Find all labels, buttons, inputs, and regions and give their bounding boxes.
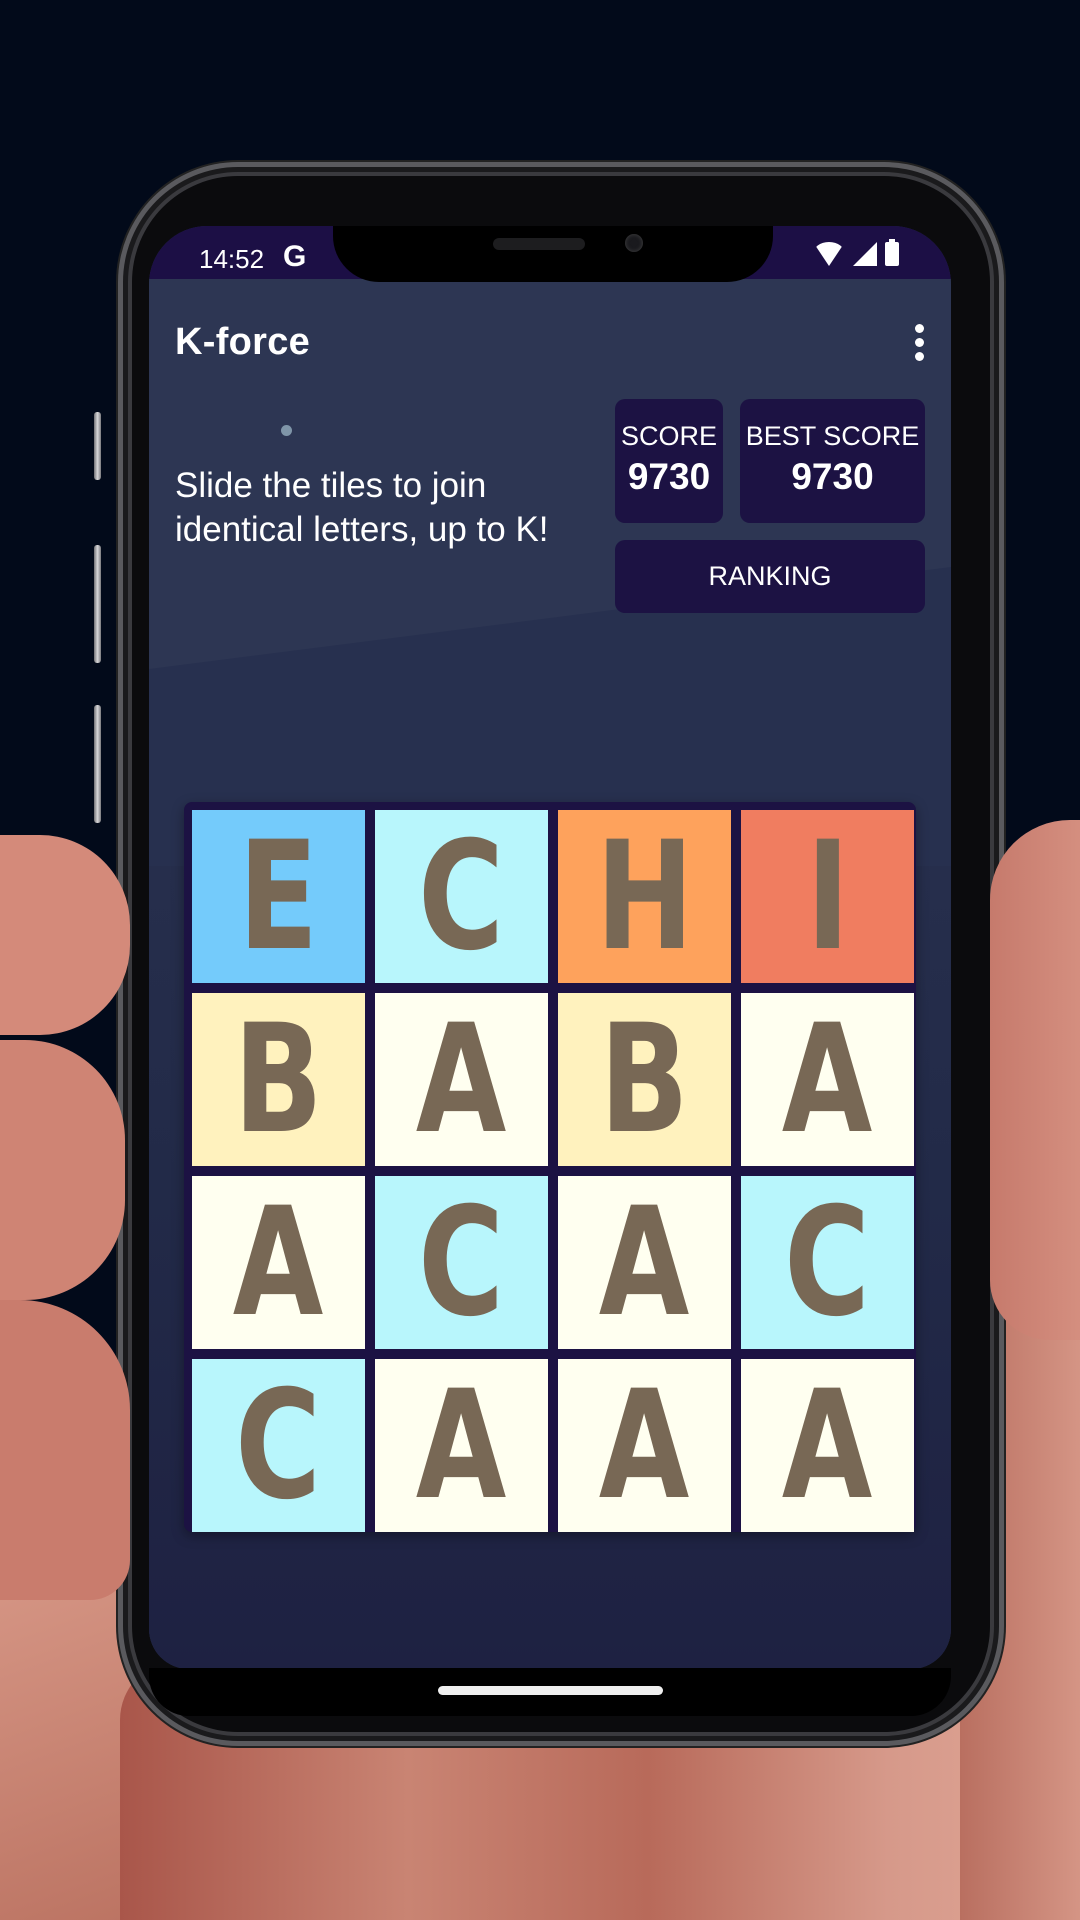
- tile-r3-c2[interactable]: C: [375, 1176, 548, 1349]
- indicator-dot: [281, 425, 292, 436]
- tile-letter: A: [599, 1358, 690, 1533]
- phone-volume-down-button: [94, 705, 101, 823]
- tile-letter: C: [235, 1358, 322, 1533]
- tile-r1-c1[interactable]: E: [192, 810, 365, 983]
- best-score-label: BEST SCORE: [745, 421, 920, 451]
- tile-r3-c1[interactable]: A: [192, 1176, 365, 1349]
- status-time: 14:52: [199, 244, 265, 274]
- hand-finger-left-3: [0, 1300, 130, 1600]
- google-g-icon: G: [283, 240, 307, 273]
- tile-r3-c3[interactable]: A: [558, 1176, 731, 1349]
- earpiece-speaker: [493, 238, 585, 250]
- instruction-text: Slide the tiles to join identical letter…: [175, 466, 549, 549]
- tile-r1-c2[interactable]: C: [375, 810, 548, 983]
- tile-r2-c2[interactable]: A: [375, 993, 548, 1166]
- score-value: 9730: [627, 456, 711, 497]
- tile-r1-c4[interactable]: I: [741, 810, 914, 983]
- phone-notch: [333, 226, 773, 282]
- front-camera: [625, 234, 643, 252]
- tile-r4-c3[interactable]: A: [558, 1359, 731, 1532]
- more-vert-icon[interactable]: [913, 324, 925, 361]
- tile-r2-c1[interactable]: B: [192, 993, 365, 1166]
- phone-mute-switch: [94, 412, 101, 480]
- tile-letter: A: [416, 1358, 507, 1533]
- tile-letter: B: [233, 992, 324, 1167]
- signal-icon: [853, 242, 877, 266]
- hand-finger-left-1: [0, 835, 130, 1035]
- tile-r2-c4[interactable]: A: [741, 993, 914, 1166]
- tile-letter: I: [805, 809, 850, 984]
- tile-letter: A: [233, 1175, 324, 1350]
- phone-volume-up-button: [94, 545, 101, 663]
- best-score-box: BEST SCORE 9730: [740, 399, 925, 523]
- score-box: SCORE 9730: [615, 399, 723, 523]
- tile-letter: C: [418, 1175, 505, 1350]
- tile-letter: A: [782, 992, 873, 1167]
- tile-r4-c4[interactable]: A: [741, 1359, 914, 1532]
- tile-letter: C: [418, 809, 505, 984]
- home-indicator[interactable]: [438, 1686, 663, 1695]
- tile-letter: B: [599, 992, 690, 1167]
- app-screen: 14:52 G K-force Slide the tiles to join …: [149, 226, 951, 1669]
- tile-r2-c3[interactable]: B: [558, 993, 731, 1166]
- tile-letter: H: [595, 809, 694, 984]
- app-title: K-force: [175, 321, 311, 363]
- tile-letter: A: [782, 1358, 873, 1533]
- tile-letter: C: [784, 1175, 871, 1350]
- tile-r4-c2[interactable]: A: [375, 1359, 548, 1532]
- hand-finger-left-2: [0, 1040, 125, 1300]
- tile-letter: A: [599, 1175, 690, 1350]
- tile-letter: A: [416, 992, 507, 1167]
- tile-r4-c1[interactable]: C: [192, 1359, 365, 1532]
- score-label: SCORE: [620, 421, 718, 451]
- game-board[interactable]: ECHIBABAACACCAAA: [184, 802, 916, 1532]
- best-score-value: 9730: [791, 456, 874, 497]
- ranking-button[interactable]: RANKING: [615, 540, 925, 613]
- tile-r3-c4[interactable]: C: [741, 1176, 914, 1349]
- status-icons: [813, 239, 899, 266]
- tile-r1-c3[interactable]: H: [558, 810, 731, 983]
- tile-letter: E: [238, 809, 319, 984]
- wifi-icon: [813, 242, 845, 266]
- hand-thumb-right: [990, 820, 1080, 1340]
- battery-icon: [885, 239, 899, 266]
